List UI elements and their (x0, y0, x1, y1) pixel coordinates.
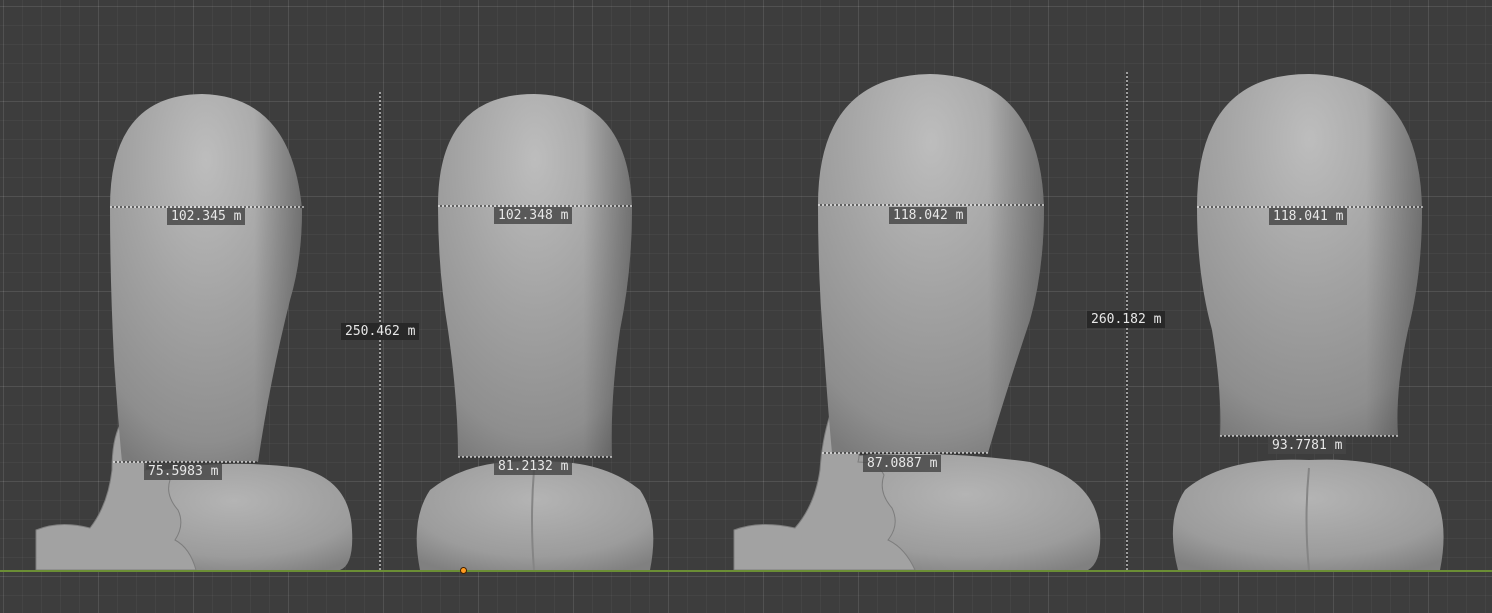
model-2-base (416, 461, 654, 570)
model-1-bottom-measure-label: 75.5983 m (144, 463, 223, 480)
model-4[interactable] (1172, 74, 1444, 571)
model-3[interactable] (733, 74, 1101, 571)
model-4-top-measure-label: 118.041 m (1269, 208, 1348, 225)
height-left-measure-label: 250.462 m (341, 323, 420, 340)
model-2-bottom-measure-label: 81.2132 m (494, 458, 573, 475)
height-right-measure-label: 260.182 m (1087, 311, 1166, 328)
model-4-bottom-measure-label: 93.7781 m (1268, 437, 1347, 454)
model-2-top-measure-label: 102.348 m (494, 207, 573, 224)
model-3-bottom-measure-label: 87.0887 m (863, 455, 942, 472)
scene-meshes[interactable] (0, 0, 1492, 613)
x-axis-line (0, 570, 1492, 572)
model-1[interactable] (35, 94, 353, 571)
model-2[interactable] (416, 94, 654, 571)
model-3-top-measure-label: 118.042 m (889, 207, 968, 224)
3d-viewport[interactable]: 102.345 m 75.5983 m 102.348 m 81.2132 m … (0, 0, 1492, 613)
origin-point[interactable] (460, 567, 467, 574)
model-1-top-measure-label: 102.345 m (167, 208, 246, 225)
